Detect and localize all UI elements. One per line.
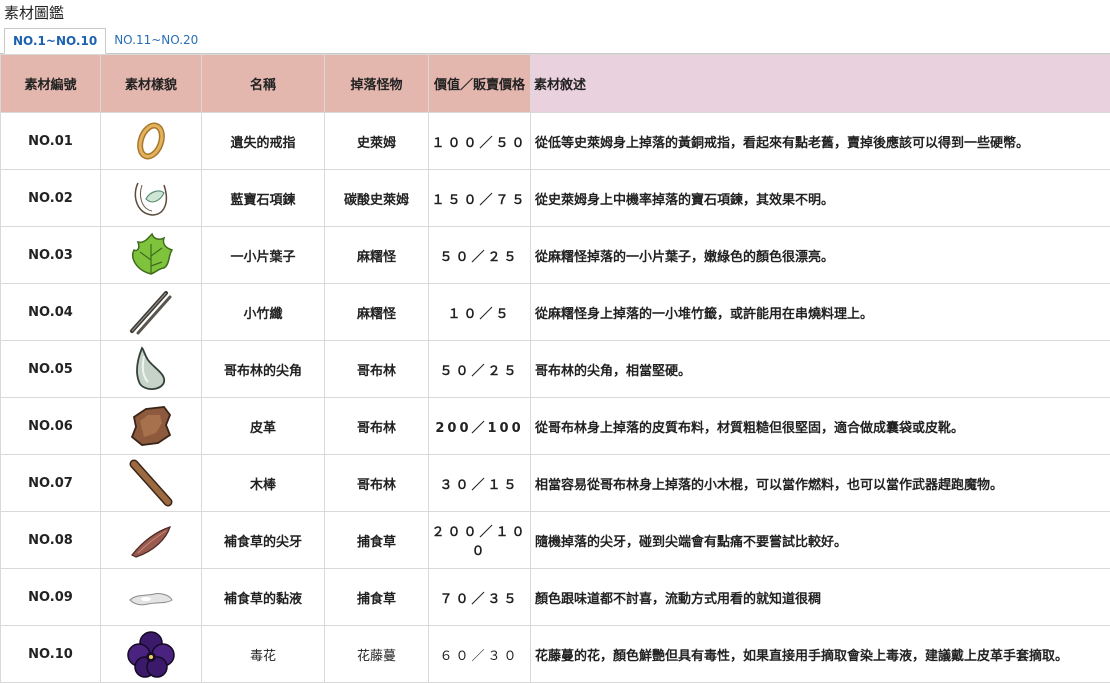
material-description: 顏色跟味道都不討喜，流動方式用看的就知道很稠: [531, 569, 1110, 626]
tab-bar: NO.1~NO.10NO.11~NO.20: [0, 28, 1110, 54]
material-id: NO.02: [1, 170, 101, 227]
material-image: [101, 398, 202, 455]
column-header-id: 素材編號: [1, 55, 101, 113]
table-row: NO.01 遺失的戒指 史萊姆 １００／５０ 從低等史萊姆身上掉落的黃銅戒指，看…: [1, 113, 1110, 170]
table-row: NO.04 小竹纖 麻糬怪 １０／５ 從麻糬怪身上掉落的一小堆竹籤，或許能用在串…: [1, 284, 1110, 341]
column-header-description: 素材敘述: [531, 55, 1110, 113]
price: ２００／１００: [429, 512, 531, 569]
material-id: NO.05: [1, 341, 101, 398]
material-name: 藍寶石項鍊: [202, 170, 325, 227]
material-description: 從史萊姆身上中機率掉落的寶石項鍊，其效果不明。: [531, 170, 1110, 227]
goblin-horn-icon: [128, 344, 174, 394]
material-id: NO.06: [1, 398, 101, 455]
wooden-stick-icon: [126, 458, 176, 508]
table-row: NO.06 皮革 哥布林 200／100 從哥布林身上掉落的皮質布料，材質粗糙但…: [1, 398, 1110, 455]
table-row: NO.09 補食草的黏液 捕食草 ７０／３５ 顏色跟味道都不討喜，流動方式用看的…: [1, 569, 1110, 626]
leaf-icon: [126, 230, 176, 280]
price: ５０／２５: [429, 227, 531, 284]
table-row: NO.05 哥布林的尖角 哥布林 ５０／２５ 哥布林的尖角，相當堅硬。: [1, 341, 1110, 398]
material-description: 花藤蔓的花，顏色鮮艷但具有毒性，如果直接用手摘取會染上毒液，建議戴上皮革手套摘取…: [531, 626, 1110, 683]
materials-table: 素材編號 素材樣貌 名稱 掉落怪物 價值／販賣價格 素材敘述 NO.01 遺失的…: [0, 54, 1110, 683]
material-id: NO.10: [1, 626, 101, 683]
material-image: [101, 170, 202, 227]
material-name: 毒花: [202, 626, 325, 683]
material-image: [101, 626, 202, 683]
material-image: [101, 569, 202, 626]
drop-monster: 碳酸史萊姆: [325, 170, 429, 227]
drop-monster: 花藤蔓: [325, 626, 429, 683]
material-name: 木棒: [202, 455, 325, 512]
material-id: NO.07: [1, 455, 101, 512]
drop-monster: 哥布林: [325, 341, 429, 398]
material-description: 從麻糬怪掉落的一小片葉子，嫩綠色的顏色很漂亮。: [531, 227, 1110, 284]
drop-monster: 麻糬怪: [325, 227, 429, 284]
drop-monster: 麻糬怪: [325, 284, 429, 341]
drop-monster: 哥布林: [325, 455, 429, 512]
material-id: NO.03: [1, 227, 101, 284]
price: １００／５０: [429, 113, 531, 170]
material-description: 相當容易從哥布林身上掉落的小木棍，可以當作燃料，也可以當作武器趕跑魔物。: [531, 455, 1110, 512]
price: ５０／２５: [429, 341, 531, 398]
material-description: 隨機掉落的尖牙，碰到尖端會有點痛不要嘗試比較好。: [531, 512, 1110, 569]
material-image: [101, 113, 202, 170]
tab-no11-no20[interactable]: NO.11~NO.20: [106, 28, 206, 53]
table-row: NO.07 木棒 哥布林 ３０／１５ 相當容易從哥布林身上掉落的小木棍，可以當作…: [1, 455, 1110, 512]
material-image: [101, 455, 202, 512]
material-name: 補食草的尖牙: [202, 512, 325, 569]
material-name: 補食草的黏液: [202, 569, 325, 626]
table-row: NO.03 一小片葉子 麻糬怪 ５０／２５ 從麻糬怪掉落的一小片葉子，嫩綠色的顏…: [1, 227, 1110, 284]
table-row: NO.08 補食草的尖牙 捕食草 ２００／１００ 隨機掉落的尖牙，碰到尖端會有點…: [1, 512, 1110, 569]
drop-monster: 哥布林: [325, 398, 429, 455]
table-row: NO.10 毒花 花藤蔓 ６０／３０ 花藤蔓的花，顏色鮮艷但具有毒性，如果直接用…: [1, 626, 1110, 683]
material-id: NO.01: [1, 113, 101, 170]
drop-monster: 史萊姆: [325, 113, 429, 170]
material-name: 小竹纖: [202, 284, 325, 341]
poison-flower-icon: [126, 629, 176, 679]
material-name: 遺失的戒指: [202, 113, 325, 170]
material-id: NO.09: [1, 569, 101, 626]
ring-icon: [128, 118, 174, 164]
column-header-price: 價值／販賣價格: [429, 55, 531, 113]
material-image: [101, 227, 202, 284]
slime-liquid-icon: [126, 582, 176, 612]
bamboo-skewer-icon: [126, 287, 176, 337]
fang-icon: [126, 515, 176, 565]
price: ７０／３５: [429, 569, 531, 626]
price: 200／100: [429, 398, 531, 455]
leather-icon: [126, 401, 176, 451]
material-image: [101, 341, 202, 398]
column-header-name: 名稱: [202, 55, 325, 113]
material-description: 從低等史萊姆身上掉落的黃銅戒指，看起來有點老舊，賣掉後應該可以得到一些硬幣。: [531, 113, 1110, 170]
table-header-row: 素材編號 素材樣貌 名稱 掉落怪物 價值／販賣價格 素材敘述: [1, 55, 1110, 113]
material-name: 皮革: [202, 398, 325, 455]
drop-monster: 捕食草: [325, 512, 429, 569]
material-id: NO.04: [1, 284, 101, 341]
material-name: 哥布林的尖角: [202, 341, 325, 398]
table-row: NO.02 藍寶石項鍊 碳酸史萊姆 １５０／７５ 從史萊姆身上中機率掉落的寶石項…: [1, 170, 1110, 227]
material-description: 從哥布林身上掉落的皮質布料，材質粗糙但很堅固，適合做成囊袋或皮靴。: [531, 398, 1110, 455]
column-header-appearance: 素材樣貌: [101, 55, 202, 113]
material-id: NO.08: [1, 512, 101, 569]
material-description: 哥布林的尖角，相當堅硬。: [531, 341, 1110, 398]
material-image: [101, 512, 202, 569]
material-name: 一小片葉子: [202, 227, 325, 284]
tab-no1-no10[interactable]: NO.1~NO.10: [4, 28, 106, 54]
gem-necklace-icon: [128, 175, 174, 221]
price: ３０／１５: [429, 455, 531, 512]
material-description: 從麻糬怪身上掉落的一小堆竹籤，或許能用在串燒料理上。: [531, 284, 1110, 341]
price: ６０／３０: [429, 626, 531, 683]
column-header-monster: 掉落怪物: [325, 55, 429, 113]
price: １０／５: [429, 284, 531, 341]
material-image: [101, 284, 202, 341]
page-title: 素材圖鑑: [0, 0, 1110, 28]
drop-monster: 捕食草: [325, 569, 429, 626]
price: １５０／７５: [429, 170, 531, 227]
